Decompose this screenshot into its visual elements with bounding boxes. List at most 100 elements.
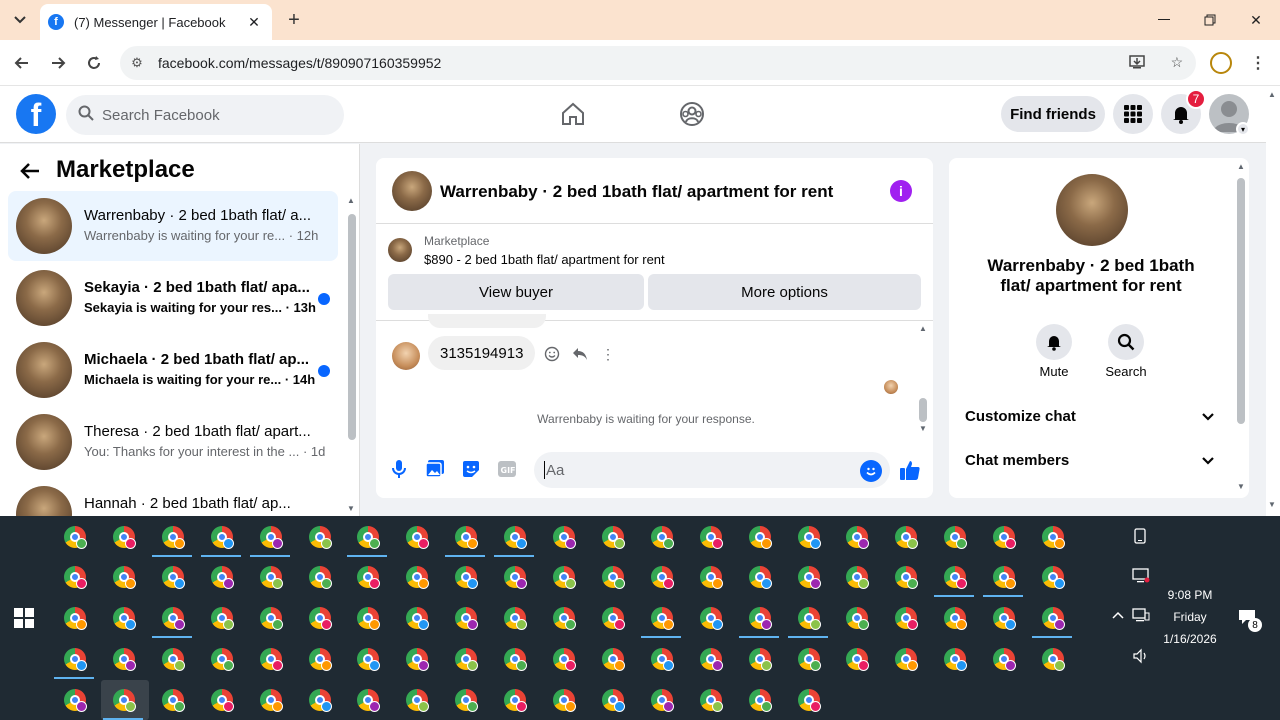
sticker-icon[interactable] [460, 458, 482, 480]
menu-grid-icon[interactable] [1113, 94, 1153, 134]
chrome-app-icon[interactable] [504, 648, 528, 671]
windows-start-icon[interactable] [14, 608, 34, 628]
chrome-app-icon[interactable] [112, 689, 136, 712]
show-hidden-icons-chevron-up-icon[interactable] [1110, 609, 1126, 625]
chrome-app-icon[interactable] [846, 607, 870, 630]
chrome-app-icon[interactable] [601, 689, 625, 712]
chrome-app-icon[interactable] [748, 648, 772, 671]
url-text[interactable]: facebook.com/messages/t/890907160359952 [158, 55, 1116, 71]
chrome-app-icon[interactable] [553, 526, 576, 549]
clock-time[interactable]: 9:08 PM [1160, 588, 1220, 602]
chrome-app-icon[interactable] [308, 648, 332, 671]
chrome-app-icon[interactable] [846, 648, 870, 671]
chevron-down-icon[interactable] [1201, 454, 1217, 470]
reload-icon[interactable] [81, 50, 107, 76]
back-arrow-icon[interactable] [20, 160, 40, 186]
message-bubble[interactable]: 3135194913 [428, 336, 536, 370]
scroll-up-arrow-icon[interactable]: ▲ [919, 324, 927, 333]
chrome-app-icon[interactable] [112, 526, 136, 549]
chrome-app-icon[interactable] [357, 689, 381, 712]
chrome-app-icon[interactable] [797, 607, 821, 630]
chrome-app-icon[interactable] [259, 607, 283, 630]
chrome-app-icon[interactable] [357, 566, 381, 589]
conversation-theresa[interactable]: Theresa · 2 bed 1bath flat/ apart... You… [8, 407, 338, 477]
install-app-icon[interactable] [1129, 54, 1145, 73]
chrome-app-icon[interactable] [259, 648, 283, 671]
remote-desktop-icon[interactable] [1132, 568, 1152, 586]
close-tab-icon[interactable]: ✕ [244, 12, 264, 32]
volume-speaker-icon[interactable] [1132, 648, 1152, 666]
conversation-warrenbaby[interactable]: Warrenbaby · 2 bed 1bath flat/ a... Warr… [8, 191, 338, 261]
chrome-app-icon[interactable] [650, 689, 674, 712]
conversation-michaela[interactable]: Michaela · 2 bed 1bath flat/ ap... Micha… [8, 335, 338, 405]
more-actions-icon[interactable]: ⋮ [598, 344, 618, 364]
facebook-search-input[interactable]: Search Facebook [66, 95, 344, 135]
chat-listing-thumbnail[interactable] [392, 171, 432, 211]
more-options-button[interactable]: More options [648, 274, 921, 310]
find-friends-button[interactable]: Find friends [1001, 96, 1105, 132]
new-tab-icon[interactable]: + [282, 8, 306, 32]
details-scrollbar[interactable]: ▲ ▼ [1236, 162, 1246, 494]
chrome-app-icon[interactable] [357, 648, 381, 671]
chrome-app-icon[interactable] [944, 526, 968, 549]
chrome-app-icon[interactable] [308, 607, 332, 630]
chrome-app-icon[interactable] [357, 607, 381, 630]
scroll-up-arrow-icon[interactable]: ▲ [347, 196, 355, 205]
chrome-app-icon[interactable] [406, 607, 430, 630]
scroll-up-arrow-icon[interactable]: ▲ [1237, 162, 1245, 171]
chrome-app-icon[interactable] [64, 648, 87, 671]
chat-members-row[interactable]: Chat members [965, 452, 1221, 469]
conversation-info-icon[interactable]: i [890, 180, 912, 202]
chat-list-scrollbar[interactable]: ▲ ▼ [344, 194, 356, 516]
chrome-app-icon[interactable] [112, 648, 136, 671]
chrome-app-icon[interactable] [650, 566, 674, 589]
chrome-app-icon[interactable] [161, 648, 185, 671]
chrome-app-icon[interactable] [161, 566, 185, 589]
scrollbar-thumb[interactable] [919, 398, 927, 422]
chrome-app-icon[interactable] [1042, 648, 1065, 671]
chrome-app-icon[interactable] [846, 526, 870, 549]
chrome-app-icon[interactable] [993, 648, 1017, 671]
conversation-hannah[interactable]: Hannah · 2 bed 1bath flat/ ap... [8, 479, 338, 516]
account-chevron-down-icon[interactable]: ▾ [1236, 122, 1250, 136]
chrome-app-icon[interactable] [993, 607, 1017, 630]
chrome-app-icon[interactable] [210, 648, 234, 671]
browser-profile-icon[interactable] [1210, 52, 1232, 74]
chrome-app-icon[interactable] [895, 648, 919, 671]
scroll-down-arrow-icon[interactable]: ▼ [347, 504, 355, 513]
forward-icon[interactable] [45, 50, 71, 76]
chrome-app-icon[interactable] [259, 526, 283, 549]
chrome-app-icon[interactable] [259, 689, 283, 712]
photo-attach-icon[interactable] [424, 458, 446, 480]
chrome-app-icon[interactable] [406, 566, 430, 589]
emoji-picker-icon[interactable] [860, 460, 882, 482]
chrome-app-icon[interactable] [1042, 526, 1065, 549]
back-icon[interactable] [9, 50, 35, 76]
chrome-app-icon[interactable] [797, 566, 821, 589]
chrome-app-icon[interactable] [944, 607, 968, 630]
chrome-app-icon[interactable] [308, 526, 332, 549]
chrome-app-icon[interactable] [650, 607, 674, 630]
groups-icon[interactable] [678, 100, 706, 128]
reply-icon[interactable] [570, 344, 590, 364]
chrome-app-icon[interactable] [748, 526, 772, 549]
chrome-app-icon[interactable] [504, 689, 528, 712]
chrome-app-icon[interactable] [553, 607, 576, 630]
conversation-sekayia[interactable]: Sekayia · 2 bed 1bath flat/ apa... Sekay… [8, 263, 338, 333]
chrome-app-icon[interactable] [699, 648, 723, 671]
minimize-window-icon[interactable] [1144, 6, 1184, 34]
chrome-app-icon[interactable] [64, 607, 87, 630]
mute-bell-icon[interactable] [1036, 324, 1072, 360]
home-icon[interactable] [559, 100, 587, 128]
chrome-app-icon[interactable] [308, 566, 332, 589]
chrome-app-icon[interactable] [650, 648, 674, 671]
chrome-app-icon[interactable] [699, 689, 723, 712]
chrome-app-icon[interactable] [601, 648, 625, 671]
view-buyer-button[interactable]: View buyer [388, 274, 644, 310]
chrome-app-icon[interactable] [944, 648, 968, 671]
chrome-app-icon[interactable] [1042, 607, 1065, 630]
browser-tab-messenger[interactable]: f (7) Messenger | Facebook ✕ [40, 4, 272, 40]
tab-search-dropdown-icon[interactable] [8, 8, 32, 32]
chrome-app-icon[interactable] [161, 689, 185, 712]
bookmark-star-icon[interactable]: ☆ [1171, 54, 1184, 73]
